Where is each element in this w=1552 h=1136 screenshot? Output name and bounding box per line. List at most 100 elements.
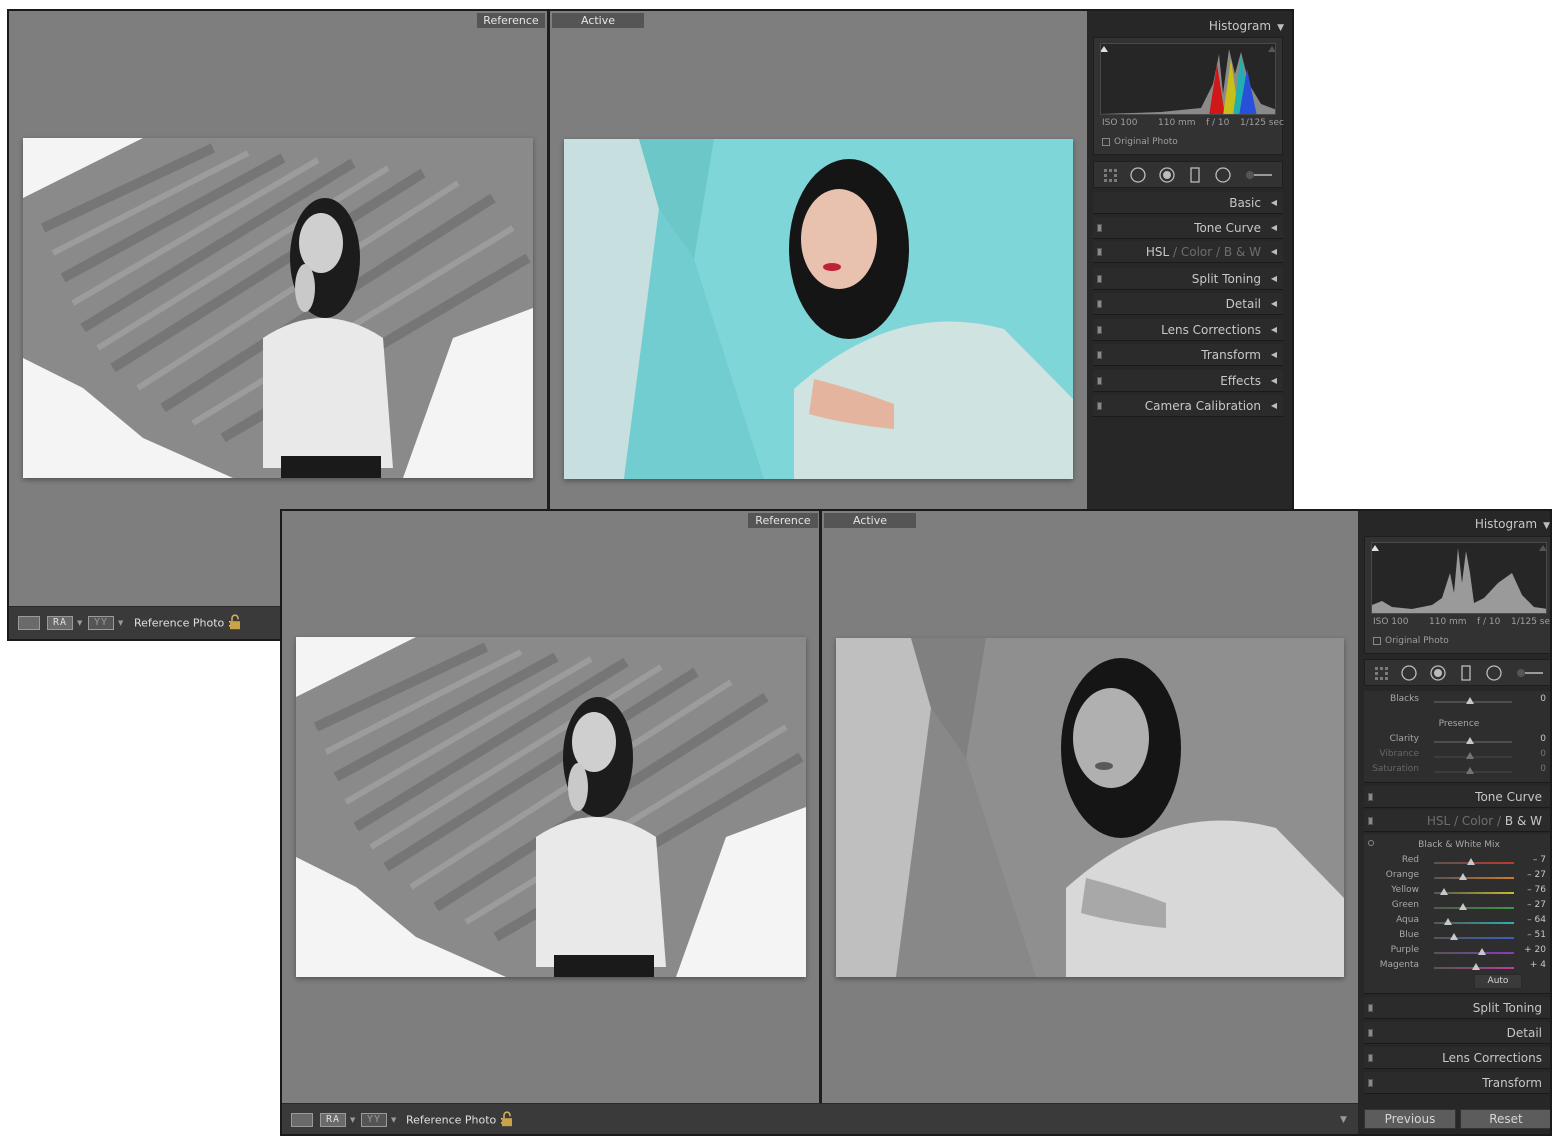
slider-value[interactable]: 0	[1540, 734, 1546, 744]
slider-value[interactable]: – 64	[1527, 915, 1546, 925]
active-photo[interactable]	[836, 638, 1344, 977]
slider-knob[interactable]	[1439, 888, 1448, 895]
panel-switch-icon[interactable]	[1368, 1054, 1373, 1062]
slider-knob[interactable]	[1459, 903, 1468, 910]
section-basic[interactable]: Basic ◀	[1093, 192, 1283, 214]
hsl-tabs: HSL / Color / B & W	[1146, 245, 1261, 259]
slider-saturation[interactable]: Saturation 0	[1364, 764, 1550, 779]
panel-switch-icon[interactable]	[1097, 326, 1102, 334]
tab-color[interactable]: Color	[1462, 814, 1493, 828]
loupe-view-icon[interactable]	[291, 1113, 313, 1127]
slider-value[interactable]: + 4	[1530, 960, 1546, 970]
chevron-down-icon[interactable]: ▼	[77, 619, 82, 627]
section-split-toning[interactable]: Split Toning◀	[1364, 997, 1550, 1019]
section-split-toning[interactable]: Split Toning◀	[1093, 268, 1283, 290]
tab-hsl[interactable]: HSL	[1427, 814, 1450, 828]
section-transform[interactable]: Transform◀	[1093, 344, 1283, 366]
original-photo-checkbox[interactable]	[1102, 138, 1110, 146]
panel-switch-icon[interactable]	[1368, 1079, 1373, 1087]
chevron-down-icon[interactable]: ▼	[391, 1116, 396, 1124]
slider-track[interactable]	[1434, 907, 1514, 909]
slider-knob[interactable]	[1444, 918, 1453, 925]
slider-value[interactable]: 0	[1540, 764, 1546, 774]
slider-knob[interactable]	[1459, 873, 1468, 880]
panel-switch-icon[interactable]	[1368, 1004, 1373, 1012]
active-photo[interactable]	[564, 139, 1073, 479]
slider-value[interactable]: 0	[1540, 694, 1546, 704]
panel-switch-icon[interactable]	[1097, 275, 1102, 283]
slider-orange[interactable]: Orange – 27	[1364, 870, 1550, 885]
slider-knob[interactable]	[1478, 948, 1486, 955]
reset-button[interactable]: Reset	[1460, 1109, 1550, 1129]
slider-value[interactable]: – 27	[1527, 870, 1546, 880]
section-hsl[interactable]: HSL / Color / B & W ▼	[1364, 810, 1550, 832]
section-detail[interactable]: Detail◀	[1364, 1022, 1550, 1044]
section-camera-calibration[interactable]: Camera Calibration ◀	[1093, 395, 1283, 417]
slider-knob[interactable]	[1449, 933, 1458, 940]
auto-button[interactable]: Auto	[1474, 974, 1522, 989]
slider-value[interactable]: – 51	[1527, 930, 1546, 940]
panel-switch-icon[interactable]	[1368, 793, 1373, 801]
original-photo-checkbox[interactable]	[1373, 637, 1381, 645]
slider-knob[interactable]	[1466, 752, 1474, 759]
slider-green[interactable]: Green – 27	[1364, 900, 1550, 915]
slider-track[interactable]	[1434, 952, 1514, 954]
section-tone-curve[interactable]: Tone Curve◀	[1093, 217, 1283, 239]
panel-switch-icon[interactable]	[1368, 817, 1373, 825]
panel-switch-icon[interactable]	[1097, 351, 1102, 359]
slider-knob[interactable]	[1467, 858, 1476, 865]
panel-switch-icon[interactable]	[1097, 224, 1102, 232]
section-hsl[interactable]: HSL / Color / B & W ◀	[1093, 241, 1283, 263]
histogram-header[interactable]: Histogram ▼	[1475, 517, 1550, 531]
chevron-down-icon[interactable]: ▼	[1340, 1115, 1347, 1125]
panel-switch-icon[interactable]	[1097, 402, 1102, 410]
previous-button[interactable]: Previous	[1364, 1109, 1456, 1129]
slider-track[interactable]	[1434, 877, 1514, 879]
chevron-down-icon[interactable]: ▼	[350, 1116, 355, 1124]
slider-red[interactable]: Red – 7	[1364, 855, 1550, 870]
compare-view-icon[interactable]: RA	[47, 616, 73, 630]
reference-photo[interactable]	[296, 637, 806, 977]
slider-knob[interactable]	[1466, 697, 1474, 704]
section-effects[interactable]: Effects ◀	[1093, 370, 1283, 392]
slider-value[interactable]: – 27	[1527, 900, 1546, 910]
slider-blacks[interactable]: Blacks 0	[1364, 694, 1550, 709]
slider-value[interactable]: – 76	[1527, 885, 1546, 895]
compare-view-icon[interactable]: RA	[320, 1113, 346, 1127]
tab-color[interactable]: Color	[1181, 245, 1212, 259]
section-transform[interactable]: Transform◀	[1364, 1072, 1550, 1094]
slider-vibrance[interactable]: Vibrance 0	[1364, 749, 1550, 764]
slider-knob[interactable]	[1466, 737, 1474, 744]
tab-hsl[interactable]: HSL	[1146, 245, 1169, 259]
slider-yellow[interactable]: Yellow – 76	[1364, 885, 1550, 900]
swap-icon[interactable]: YY	[361, 1113, 387, 1127]
tab-bw[interactable]: B & W	[1505, 814, 1542, 828]
slider-aqua[interactable]: Aqua – 64	[1364, 915, 1550, 930]
loupe-view-icon[interactable]	[18, 616, 40, 630]
slider-knob[interactable]	[1466, 767, 1474, 774]
lock-icon[interactable]	[501, 1111, 513, 1127]
slider-clarity[interactable]: Clarity 0	[1364, 734, 1550, 749]
slider-magenta[interactable]: Magenta + 4	[1364, 960, 1550, 975]
slider-value[interactable]: – 7	[1533, 855, 1546, 865]
panel-switch-icon[interactable]	[1368, 1029, 1373, 1037]
slider-knob[interactable]	[1471, 963, 1480, 970]
panel-switch-icon[interactable]	[1097, 377, 1102, 385]
swap-icon[interactable]: YY	[88, 616, 114, 630]
histogram-header[interactable]: Histogram ▼	[1209, 19, 1284, 33]
panel-switch-icon[interactable]	[1097, 300, 1102, 308]
lock-icon[interactable]	[229, 614, 241, 630]
slider-purple[interactable]: Purple + 20	[1364, 945, 1550, 960]
panel-switch-icon[interactable]	[1097, 248, 1102, 256]
slider-value[interactable]: + 20	[1524, 945, 1546, 955]
reference-photo[interactable]	[23, 138, 533, 478]
tab-bw[interactable]: B & W	[1224, 245, 1261, 259]
slider-blue[interactable]: Blue – 51	[1364, 930, 1550, 945]
chevron-down-icon[interactable]: ▼	[118, 619, 123, 627]
section-tone-curve[interactable]: Tone Curve◀	[1364, 786, 1550, 808]
section-lens-corrections[interactable]: Lens Corrections◀	[1093, 319, 1283, 341]
slider-track[interactable]	[1434, 937, 1514, 939]
slider-value[interactable]: 0	[1540, 749, 1546, 759]
section-detail[interactable]: Detail◀	[1093, 293, 1283, 315]
section-lens-corrections[interactable]: Lens Corrections◀	[1364, 1047, 1550, 1069]
